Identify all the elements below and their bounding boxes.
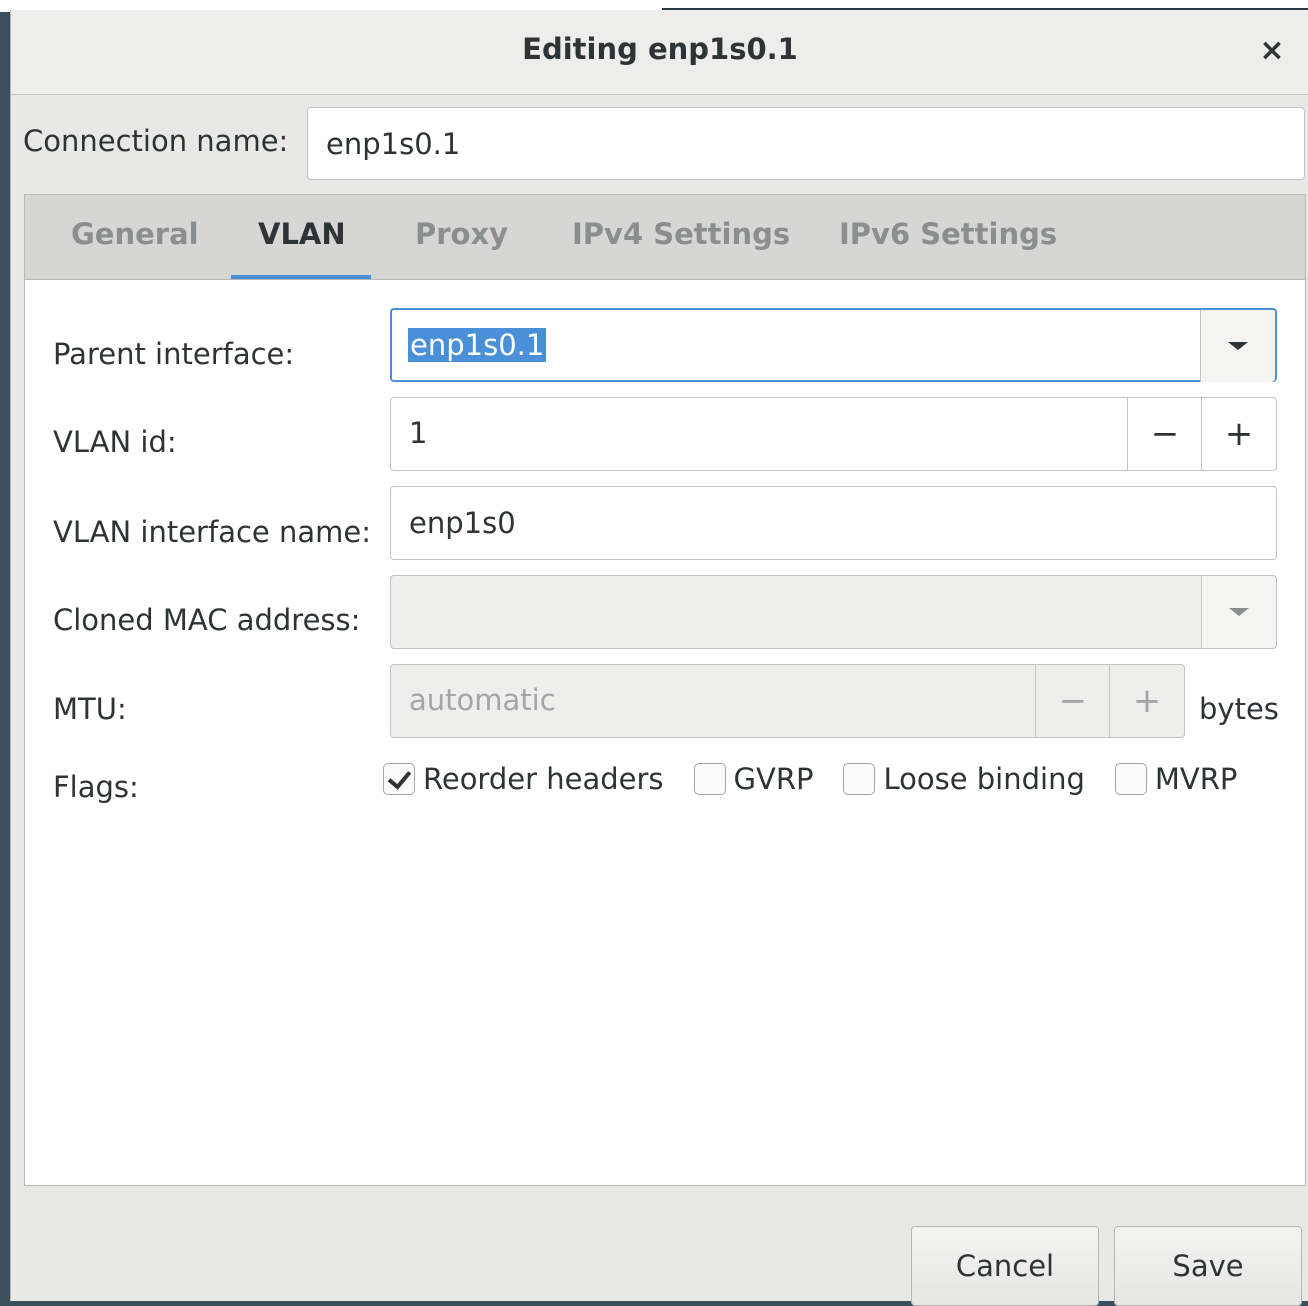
tab-proxy[interactable]: Proxy	[415, 217, 508, 251]
mtu-label: MTU:	[53, 692, 127, 726]
mvrp-label[interactable]: MVRP	[1155, 762, 1238, 796]
parent-interface-dropdown-button[interactable]	[1200, 310, 1275, 382]
close-icon[interactable]: ×	[1255, 34, 1289, 68]
tab-general[interactable]: General	[71, 217, 199, 251]
cancel-button[interactable]: Cancel	[911, 1226, 1099, 1306]
mtu-increment-button[interactable]: +	[1109, 665, 1184, 737]
reorder-headers-checkbox[interactable]: Reorder headers	[383, 762, 664, 796]
cloned-mac-combo[interactable]	[390, 575, 1277, 649]
tab-ipv6-settings[interactable]: IPv6 Settings	[839, 217, 1057, 251]
reorder-headers-label[interactable]: Reorder headers	[423, 762, 664, 796]
mtu-decrement-button[interactable]: −	[1035, 665, 1110, 737]
chevron-down-icon	[1229, 608, 1249, 616]
edit-connection-dialog: Editing enp1s0.1 × Connection name: enp1…	[10, 10, 1308, 1306]
connection-name-input[interactable]: enp1s0.1	[307, 107, 1305, 180]
checkbox-unchecked-icon[interactable]	[693, 763, 726, 795]
vlan-id-decrement-button[interactable]: −	[1127, 398, 1202, 470]
vlan-interface-name-label: VLAN interface name:	[53, 515, 371, 549]
titlebar[interactable]: Editing enp1s0.1 ×	[11, 10, 1308, 95]
tab-bar: General VLAN Proxy IPv4 Settings IPv6 Se…	[25, 195, 1305, 280]
mtu-unit-label: bytes	[1199, 692, 1279, 726]
flags-group: Reorder headers GVRP Loose binding MVRP	[383, 762, 1237, 796]
vlan-id-spinner[interactable]: 1 − +	[390, 397, 1277, 471]
gvrp-label[interactable]: GVRP	[734, 762, 814, 796]
cloned-mac-dropdown-button[interactable]	[1201, 576, 1276, 648]
save-button[interactable]: Save	[1114, 1226, 1302, 1306]
cloned-mac-label: Cloned MAC address:	[53, 603, 361, 637]
parent-interface-label: Parent interface:	[53, 337, 295, 371]
connection-name-label: Connection name:	[23, 124, 289, 158]
vlan-id-label: VLAN id:	[53, 425, 177, 459]
parent-interface-combo[interactable]: enp1s0.1	[390, 308, 1277, 382]
tab-vlan[interactable]: VLAN	[258, 217, 346, 251]
flags-label: Flags:	[53, 770, 139, 804]
chevron-down-icon	[1228, 342, 1248, 350]
checkbox-unchecked-icon[interactable]	[1114, 763, 1147, 795]
parent-interface-value[interactable]: enp1s0.1	[408, 328, 547, 362]
settings-notebook: General VLAN Proxy IPv4 Settings IPv6 Se…	[24, 194, 1306, 1186]
checkbox-checked-icon[interactable]	[383, 763, 415, 795]
active-tab-indicator	[231, 275, 371, 279]
mtu-value[interactable]: automatic	[409, 683, 556, 717]
vlan-interface-name-input[interactable]: enp1s0	[390, 486, 1277, 560]
checkbox-unchecked-icon[interactable]	[843, 763, 876, 795]
tab-ipv4-settings[interactable]: IPv4 Settings	[572, 217, 790, 251]
loose-binding-checkbox[interactable]: Loose binding	[843, 762, 1085, 796]
loose-binding-label[interactable]: Loose binding	[883, 762, 1084, 796]
vlan-id-increment-button[interactable]: +	[1201, 398, 1276, 470]
gvrp-checkbox[interactable]: GVRP	[693, 762, 814, 796]
dialog-title: Editing enp1s0.1	[522, 32, 798, 66]
mvrp-checkbox[interactable]: MVRP	[1114, 762, 1238, 796]
vlan-id-value[interactable]: 1	[409, 416, 427, 450]
mtu-spinner[interactable]: automatic − +	[390, 664, 1185, 738]
